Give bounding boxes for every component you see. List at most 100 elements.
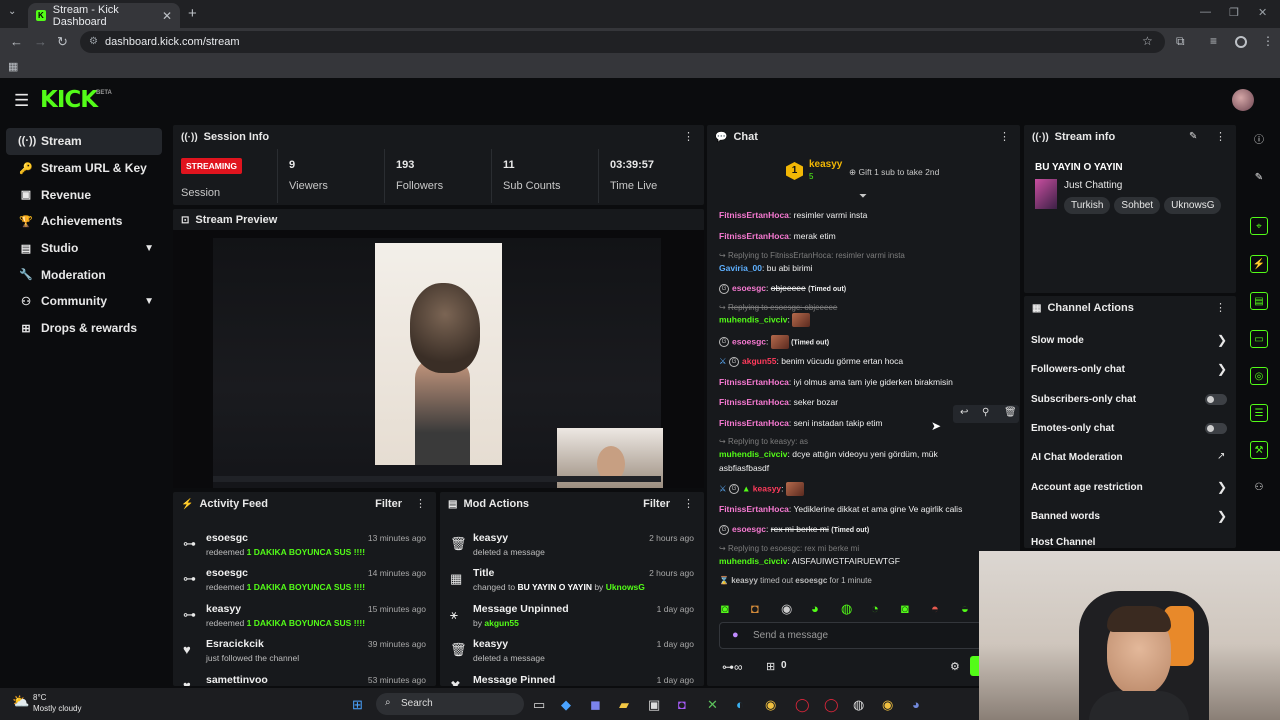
more-options-icon[interactable]: ⋮ [999, 130, 1010, 143]
slow-mode-option[interactable]: Slow mode [1031, 335, 1084, 346]
gift-sub-prompt[interactable]: ⊕ Gift 1 sub to take 2nd [849, 167, 939, 178]
activity-user[interactable]: Esracickcik [206, 638, 264, 650]
chat-username[interactable]: FitnissErtanHoca [719, 418, 789, 428]
more-options-icon[interactable]: ⋮ [1215, 301, 1226, 314]
browser-tab[interactable]: K Stream - Kick Dashboard ✕ [28, 3, 180, 28]
app-icon[interactable]: ◘ [678, 697, 686, 712]
chat-message[interactable]: ⚔ G ▲ keasyy: [719, 482, 804, 496]
chat-message[interactable]: Gaviria_00: bu abi birimi [719, 263, 813, 273]
sidebar-item-moderation[interactable]: 🔧 Moderation [6, 261, 162, 288]
chat-message[interactable]: FitnissErtanHoca: merak etim [719, 231, 836, 241]
chat-message[interactable]: Gesoesgc: (Timed out) [719, 335, 829, 349]
expand-leaderboard-icon[interactable]: ⏷ [859, 191, 867, 202]
chat-input[interactable]: ● Send a message [719, 622, 982, 649]
emote-icon[interactable]: ◒ [961, 601, 969, 616]
chat-message[interactable]: FitnissErtanHoca: seni instadan takip et… [719, 418, 882, 428]
emote-icon[interactable]: ◙ [721, 601, 729, 616]
community-icon[interactable]: ⚇ [1250, 479, 1268, 497]
lightning-icon[interactable]: ⚡ [1250, 255, 1268, 273]
obs-icon[interactable]: ◍ [853, 697, 864, 713]
stream-category[interactable]: Just Chatting [1064, 180, 1122, 191]
gift-box-icon[interactable]: ⊞ [766, 660, 775, 673]
mod-action-actor[interactable]: UknowsG [606, 582, 645, 592]
new-tab-icon[interactable]: + [188, 5, 197, 22]
apps-grid-icon[interactable]: ▦ [8, 60, 18, 73]
subscribers-only-toggle[interactable] [1205, 394, 1227, 405]
mod-filter-button[interactable]: Filter [643, 498, 670, 510]
browser-menu-icon[interactable]: ⋮ [1262, 34, 1274, 48]
emote-icon[interactable]: ◍ [841, 601, 852, 617]
store-icon[interactable]: ▣ [648, 697, 660, 713]
tag-chip[interactable]: UknowsG [1164, 197, 1222, 214]
emote-icon[interactable]: ◘ [751, 601, 759, 616]
chat-username[interactable]: FitnissErtanHoca [719, 210, 789, 220]
ai-chat-moderation-option[interactable]: AI Chat Moderation [1031, 452, 1123, 463]
chat-message[interactable]: muhendis_civciv: AISFAUIWGTFAIRUEWTGF [719, 556, 900, 566]
copilot-icon[interactable]: ◆ [561, 697, 571, 713]
clip-icon[interactable]: ⌖ [1250, 217, 1268, 235]
document-icon[interactable]: ▤ [1250, 292, 1268, 310]
info-icon[interactable]: ⓘ [1250, 132, 1268, 150]
chat-message[interactable]: ⚔ Gakgun55: benim vücudu görme ertan hoc… [719, 356, 903, 367]
account-age-option[interactable]: Account age restriction [1031, 482, 1143, 493]
chat-message[interactable]: FitnissErtanHoca: resimler varmi insta [719, 210, 867, 220]
system-target[interactable]: esoesgc [795, 576, 827, 585]
task-view-icon[interactable]: ▭ [533, 697, 545, 713]
chat-settings-icon[interactable]: ⚙ [950, 660, 960, 673]
chat-username[interactable]: muhendis_civciv [719, 556, 788, 566]
more-options-icon[interactable]: ⋮ [683, 497, 694, 510]
chrome-icon[interactable]: ◉ [765, 697, 776, 713]
chat-username[interactable]: keasyy [753, 483, 781, 493]
host-channel-option[interactable]: Host Channel [1031, 537, 1095, 548]
sidebar-item-stream[interactable]: ((·)) Stream [6, 128, 162, 155]
chevron-right-icon[interactable]: ❯ [1217, 333, 1227, 347]
chat-username[interactable]: esoesgc [732, 336, 766, 346]
broadcast-icon[interactable]: ◎ [1250, 367, 1268, 385]
wrench-icon[interactable]: ⚒ [1250, 441, 1268, 459]
reply-icon[interactable]: ↩ [960, 407, 968, 418]
chat-message[interactable]: FitnissErtanHoca: Yediklerine dikkat et … [719, 504, 962, 514]
sidebar-item-community[interactable]: ⚇ Community ▼ [6, 288, 162, 315]
followers-only-option[interactable]: Followers-only chat [1031, 364, 1125, 375]
chrome-active-icon[interactable]: ◉ [882, 697, 893, 713]
emotes-only-toggle[interactable] [1205, 423, 1227, 434]
discord-icon[interactable]: ◕ [912, 697, 920, 712]
tab-search-icon[interactable]: ⌄ [8, 6, 16, 17]
activity-user[interactable]: samettinvoo [206, 674, 268, 686]
pin-icon[interactable]: ⚲ [982, 407, 989, 418]
activity-user[interactable]: esoesgc [206, 532, 248, 544]
stream-preview-video[interactable] [173, 230, 704, 488]
channel-points-icon[interactable]: ⊶∞ [722, 660, 743, 674]
chat-username[interactable]: FitnissErtanHoca [719, 377, 789, 387]
more-options-icon[interactable]: ⋮ [683, 130, 694, 143]
chevron-right-icon[interactable]: ❯ [1217, 480, 1227, 494]
chat-username[interactable]: esoesgc [732, 524, 766, 534]
activity-user[interactable]: esoesgc [206, 567, 248, 579]
chat-username[interactable]: esoesgc [732, 283, 766, 293]
more-options-icon[interactable]: ⋮ [415, 497, 426, 510]
windows-start-icon[interactable]: ⊞ [352, 697, 363, 713]
user-avatar[interactable] [1232, 89, 1254, 111]
minimize-icon[interactable]: — [1200, 6, 1211, 18]
chat-message[interactable]: muhendis_civciv: [719, 313, 811, 327]
xbox-icon[interactable]: ✕ [707, 697, 718, 713]
top-gifter-name[interactable]: keasyy [809, 159, 842, 170]
delete-icon[interactable]: 🗑 [1004, 407, 1017, 418]
chat-icon[interactable]: ▭ [1250, 330, 1268, 348]
address-bar[interactable]: ⚙ dashboard.kick.com/stream [80, 31, 1165, 53]
more-options-icon[interactable]: ⋮ [1215, 130, 1226, 143]
chat-username[interactable]: Gaviria_00 [719, 263, 762, 273]
sidebar-item-drops-rewards[interactable]: ⊞ Drops & rewards [6, 315, 162, 342]
window-close-icon[interactable]: ✕ [1258, 6, 1267, 19]
chat-username[interactable]: FitnissErtanHoca [719, 504, 789, 514]
maximize-icon[interactable]: ❐ [1229, 6, 1239, 19]
sidebar-item-studio[interactable]: ▤ Studio ▼ [6, 235, 162, 262]
chat-message[interactable]: FitnissErtanHoca: iyi olmus ama tam iyie… [719, 377, 953, 387]
emote-icon[interactable]: ◕ [811, 601, 819, 616]
forward-icon[interactable]: → [34, 34, 47, 49]
emote-icon[interactable]: ◓ [931, 601, 939, 616]
close-tab-icon[interactable]: ✕ [162, 9, 172, 23]
chat-username[interactable]: FitnissErtanHoca [719, 397, 789, 407]
chevron-right-icon[interactable]: ❯ [1217, 362, 1227, 376]
chevron-right-icon[interactable]: ❯ [1217, 509, 1227, 523]
